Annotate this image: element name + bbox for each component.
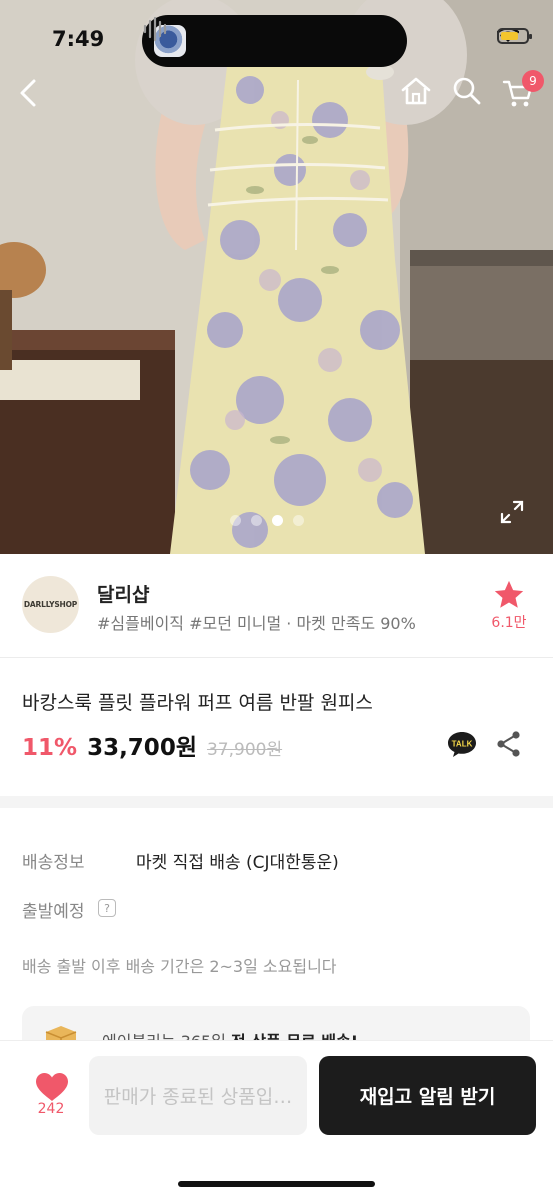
discount-rate: 11% — [22, 735, 78, 761]
favorite-count: 6.1만 — [491, 615, 527, 631]
price-row: 11% 33,700원 37,900원 — [22, 728, 282, 762]
product-detail-page: 7:49 9 DARLLYSHOP 달리샵 #심플베이직 #모던 미니멀 · 마… — [0, 0, 553, 1200]
home-button[interactable] — [400, 76, 436, 112]
carousel-dot[interactable] — [230, 515, 241, 526]
bottom-action-bar: 242 판매가 종료된 상품입… 재입고 알림 받기 — [0, 1040, 553, 1200]
seller-tags: #심플베이직 #모던 미니멀 · 마켓 만족도 90% — [97, 614, 416, 633]
chevron-left-icon — [20, 79, 36, 107]
expand-icon — [500, 500, 524, 524]
status-icons — [497, 28, 532, 44]
expand-image-button[interactable] — [500, 500, 528, 528]
audio-wave-icon — [143, 16, 167, 42]
help-icon[interactable]: ? — [98, 899, 116, 917]
seller-name[interactable]: 달리샵 — [97, 580, 149, 607]
carousel-dot[interactable] — [293, 515, 304, 526]
sold-out-button: 판매가 종료된 상품입… — [89, 1056, 307, 1135]
kakao-talk-icon[interactable]: TALK — [446, 730, 478, 758]
shipping-info-value: 마켓 직접 배송 (CJ대한통운) — [136, 853, 339, 873]
search-button[interactable] — [452, 76, 488, 112]
restock-alert-button[interactable]: 재입고 알림 받기 — [319, 1056, 536, 1135]
status-time: 7:49 — [52, 27, 105, 51]
product-title: 바캉스룩 플릿 플라워 퍼프 여름 반팔 원피스 — [22, 692, 373, 714]
share-icon[interactable] — [496, 730, 522, 758]
favorite-star-icon[interactable] — [492, 578, 526, 612]
original-price: 37,900원 — [206, 740, 283, 760]
carousel-dot[interactable] — [251, 515, 262, 526]
like-button[interactable] — [30, 1069, 74, 1129]
product-image-carousel[interactable]: 7:49 9 — [0, 0, 553, 554]
search-icon — [453, 77, 481, 105]
talk-label: TALK — [452, 740, 473, 749]
seller-row[interactable]: DARLLYSHOP 달리샵 #심플베이직 #모던 미니멀 · 마켓 만족도 9… — [0, 554, 553, 658]
sale-price: 33,700원 — [87, 735, 197, 761]
home-icon — [401, 77, 431, 105]
cart-count-badge: 9 — [522, 70, 544, 92]
shipping-note: 배송 출발 이후 배송 기간은 2~3일 소요됩니다 — [22, 957, 337, 976]
section-divider — [0, 796, 553, 808]
home-indicator — [178, 1181, 375, 1187]
back-button[interactable] — [18, 78, 52, 112]
dynamic-island — [142, 15, 407, 67]
departure-label: 출발예정 — [22, 902, 85, 922]
heart-icon — [36, 1073, 68, 1101]
like-count: 242 — [37, 1101, 65, 1117]
carousel-indicator — [230, 515, 304, 526]
seller-logo[interactable]: DARLLYSHOP — [22, 576, 79, 633]
cart-button[interactable]: 9 — [502, 70, 544, 112]
shipping-info-label: 배송정보 — [22, 853, 85, 873]
battery-icon — [497, 28, 532, 44]
carousel-dot-active[interactable] — [272, 515, 283, 526]
